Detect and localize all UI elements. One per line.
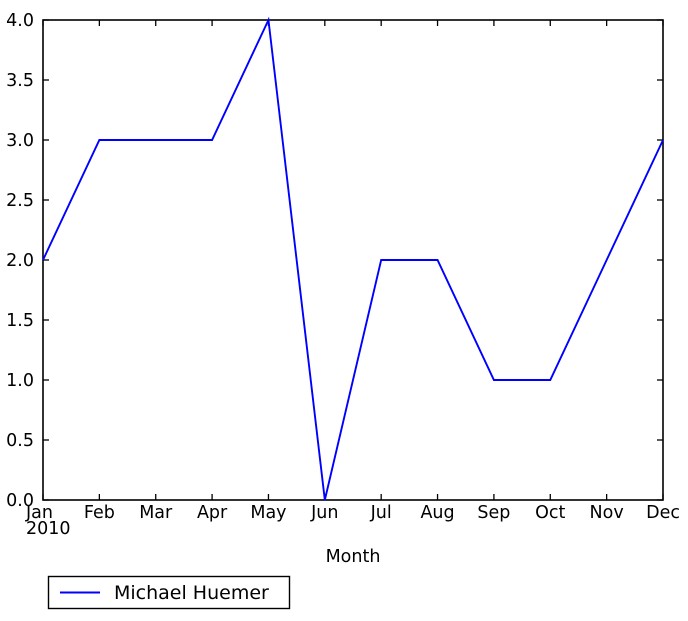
x-tick-labels: Jan Feb Mar Apr May Jun Jul Aug Sep Oct Nov Dec (25, 503, 680, 523)
x-tick-label: Feb (84, 503, 115, 523)
x-axis-title: Month (326, 547, 381, 567)
y-tick-label: 4.0 (6, 11, 34, 31)
chart-figure: 0.0 0.5 1.0 1.5 2.0 2.5 3.0 3.5 4.0 Jan Feb Mar Apr… (0, 0, 688, 621)
legend-entry-label: Michael Huemer (114, 582, 269, 604)
x-tick-label: Sep (477, 503, 510, 523)
x-tick-label: Mar (139, 503, 173, 523)
x-tick-label: Jul (370, 503, 392, 523)
x-tick-label: Jun (310, 503, 338, 523)
plot-background (43, 20, 663, 500)
chart-legend: Michael Huemer (47, 575, 291, 610)
y-tick-label: 0.5 (6, 431, 34, 451)
line-chart: 0.00.51.01.52.02.53.03.54.0 Jan Feb Mar Apr… (6, 11, 680, 610)
x-tick-label: Aug (420, 503, 454, 523)
x-tick-label: Apr (197, 503, 228, 523)
x-tick-label: Nov (590, 503, 624, 523)
x-tick-label: May (250, 503, 286, 523)
y-tick-label: 3.5 (6, 71, 34, 91)
x-tick-label: Dec (646, 503, 680, 523)
y-tick-label: 2.5 (6, 191, 34, 211)
x-tick-label: Oct (535, 503, 565, 523)
y-tick-label: 1.5 (6, 311, 34, 331)
y-tick-label: 2.0 (6, 251, 34, 271)
x-axis-year-label: 2010 (26, 519, 71, 539)
y-tick-label: 1.0 (6, 371, 34, 391)
y-tick-labels: 0.00.51.01.52.02.53.03.54.0 (6, 11, 34, 511)
y-tick-label: 3.0 (6, 131, 34, 151)
